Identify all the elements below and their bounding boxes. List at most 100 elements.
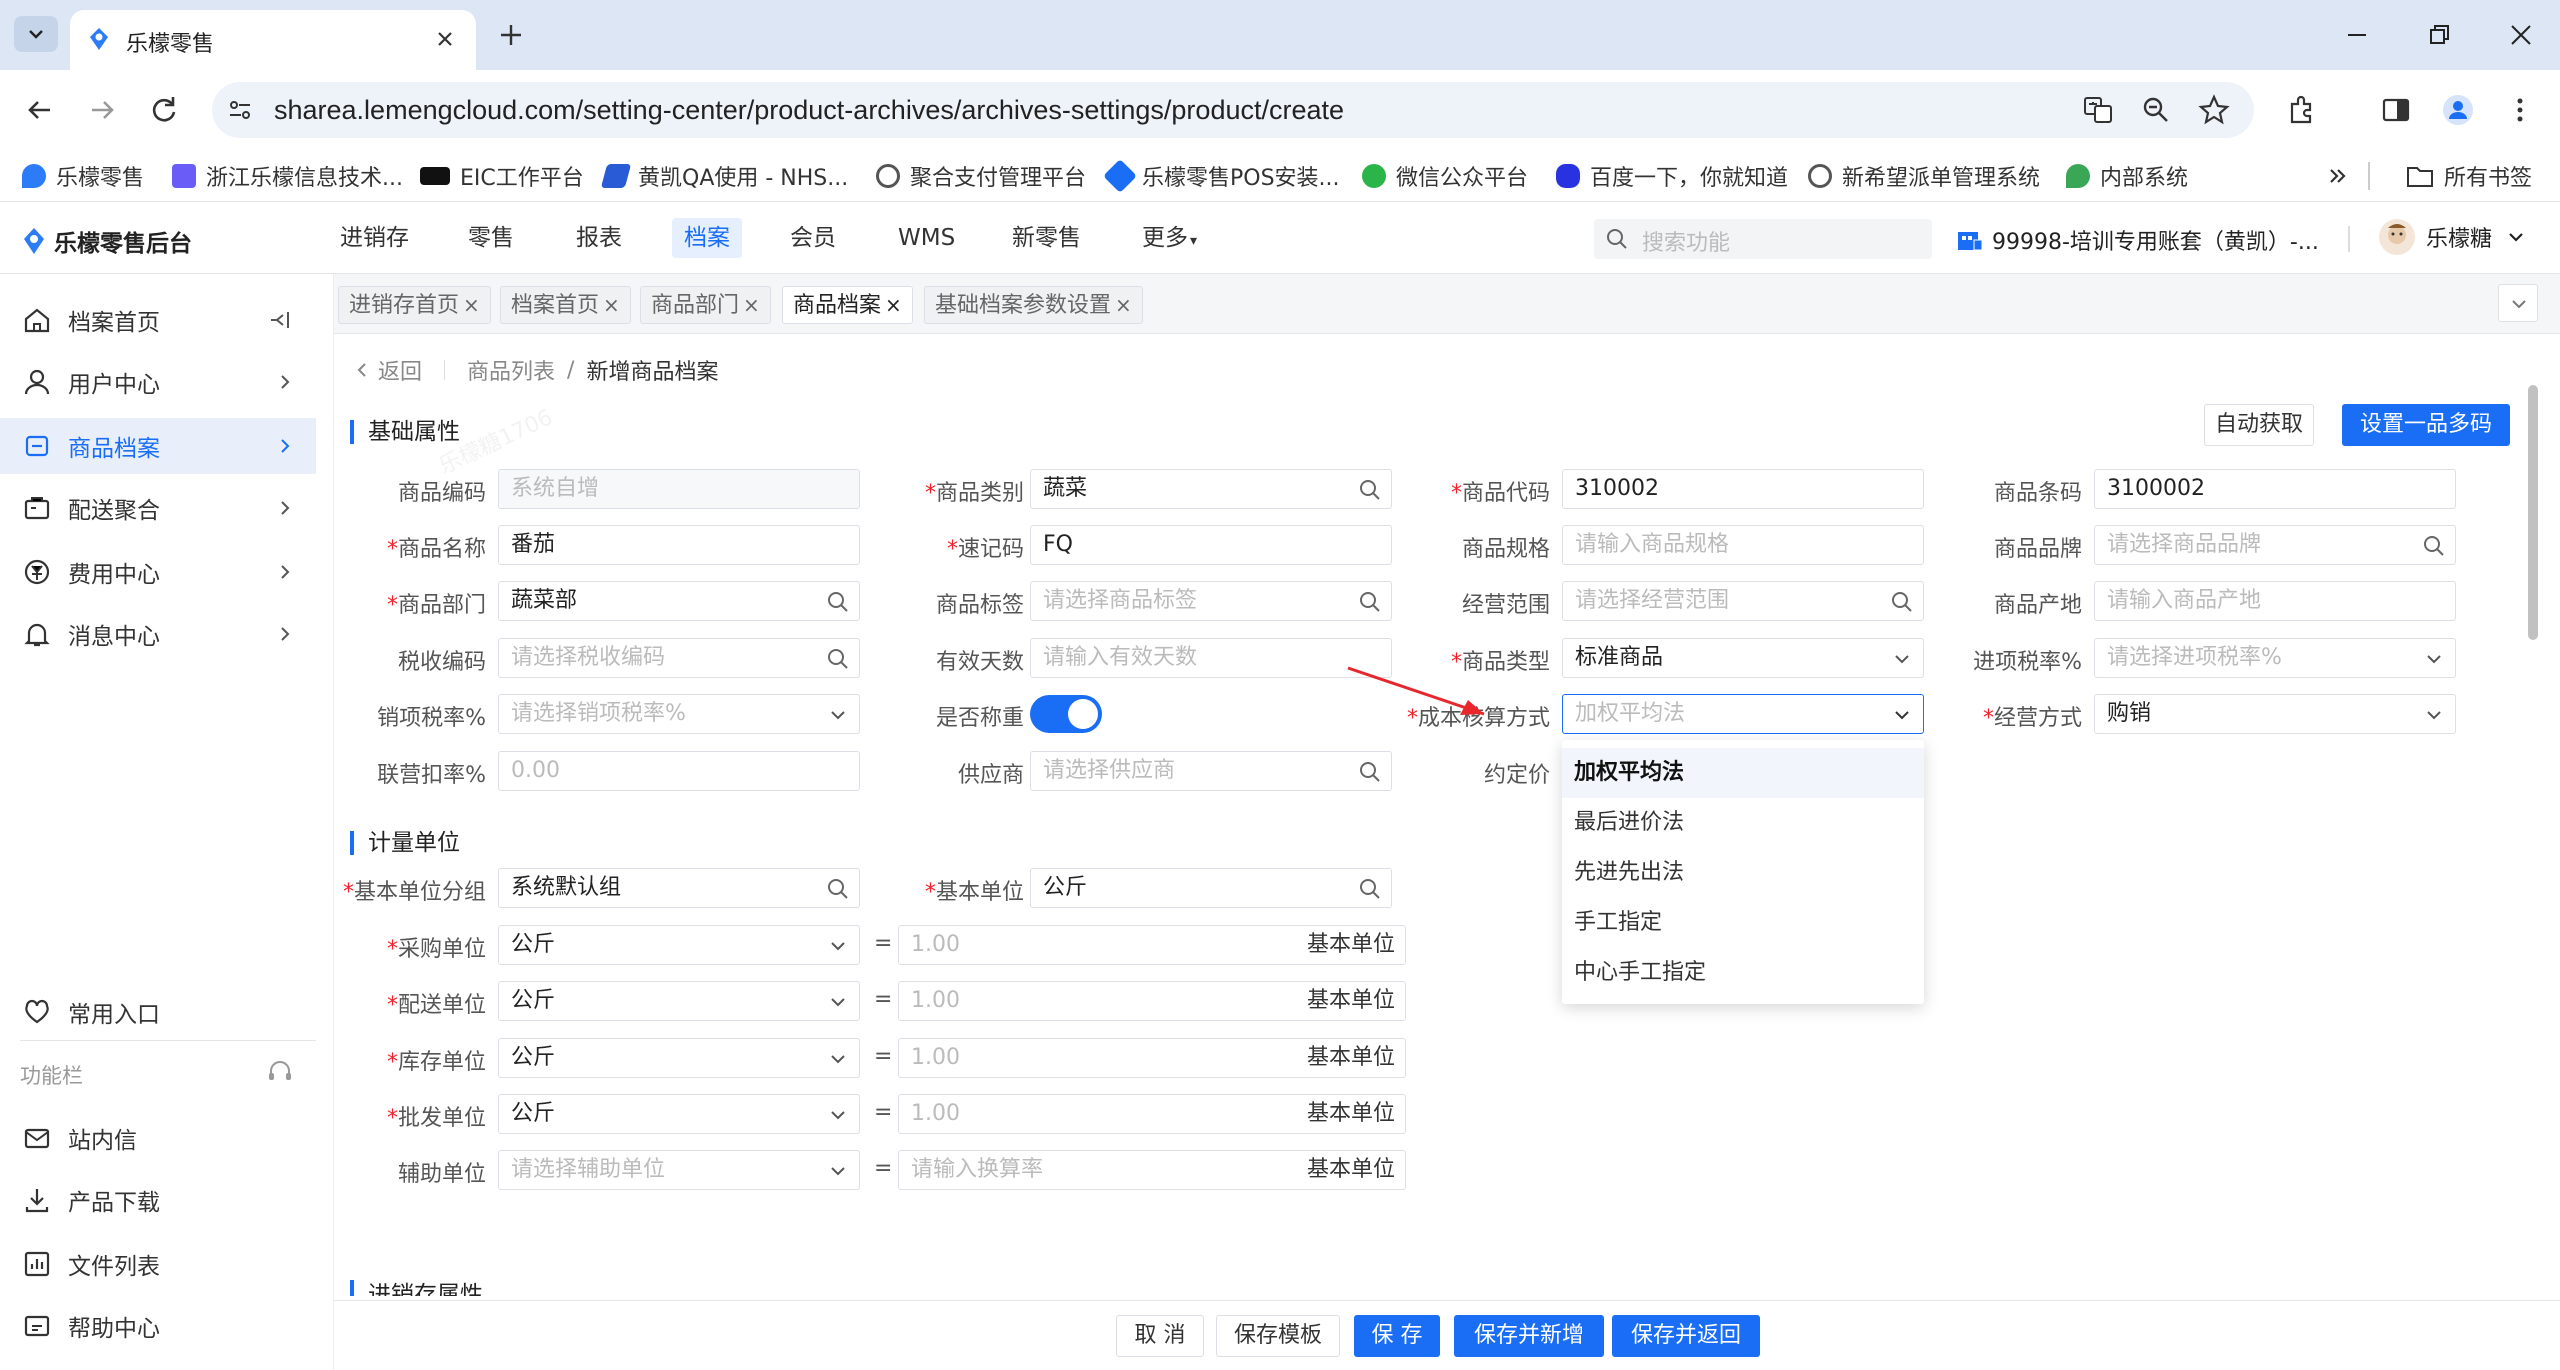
scope-field[interactable]: 请选择经营范围 <box>1562 581 1924 621</box>
reload-icon[interactable] <box>146 92 182 128</box>
input-tax-select[interactable]: 请选择进项税率% <box>2094 638 2456 678</box>
tax-code-field[interactable]: 请选择税收编码 <box>498 638 860 678</box>
sidebar-item-fee-center[interactable]: 费用中心 <box>0 544 316 600</box>
bookmark-item[interactable]: 内部系统 <box>2066 160 2188 192</box>
unit-group-field[interactable]: 系统默认组 <box>498 868 860 908</box>
dropdown-option[interactable]: 手工指定 <box>1562 898 1924 948</box>
bookmark-item[interactable]: 新希望派单管理系统 <box>1808 160 2040 192</box>
category-field[interactable]: 蔬菜 <box>1030 469 1392 509</box>
purchase-ratio-field[interactable]: 1.00 基本单位 <box>898 925 1406 965</box>
close-icon[interactable]: × <box>743 293 760 317</box>
search-icon[interactable] <box>2423 535 2445 557</box>
tag-field[interactable]: 请选择商品标签 <box>1030 581 1392 621</box>
side-panel-icon[interactable] <box>2378 92 2414 128</box>
spec-field[interactable]: 请输入商品规格 <box>1562 525 1924 565</box>
sidebar-item-delivery[interactable]: 配送聚合 <box>0 480 316 536</box>
dropdown-option[interactable]: 先进先出法 <box>1562 848 1924 898</box>
auto-fetch-button[interactable]: 自动获取 <box>2204 404 2314 446</box>
bookmark-item[interactable]: 黄凯QA使用 - NHS... <box>600 160 848 192</box>
delivery-ratio-field[interactable]: 1.00 基本单位 <box>898 981 1406 1021</box>
origin-field[interactable]: 请输入商品产地 <box>2094 581 2456 621</box>
bookmark-item[interactable]: 聚合支付管理平台 <box>876 160 1086 192</box>
zoom-icon[interactable] <box>2138 92 2174 128</box>
account-switcher[interactable]: 99998-培训专用账套（黄凯）-... <box>1956 224 2319 256</box>
sidebar-item-help[interactable]: 帮助中心 <box>0 1298 316 1354</box>
search-icon[interactable] <box>827 648 849 670</box>
dropdown-option[interactable]: 最后进价法 <box>1562 798 1924 848</box>
search-icon[interactable] <box>1359 591 1381 613</box>
search-icon[interactable] <box>1891 591 1913 613</box>
dept-field[interactable]: 蔬菜部 <box>498 581 860 621</box>
stock-ratio-field[interactable]: 1.00 基本单位 <box>898 1038 1406 1078</box>
save-template-button[interactable]: 保存模板 <box>1216 1315 1340 1357</box>
headset-icon[interactable] <box>266 1058 294 1086</box>
user-menu[interactable]: 乐檬糖 <box>2378 218 2526 256</box>
restore-icon[interactable] <box>2424 20 2454 50</box>
page-tab[interactable]: 进销存首页 × <box>338 286 491 324</box>
delivery-unit-select[interactable]: 公斤 <box>498 981 860 1021</box>
dropdown-option-selected[interactable]: 加权平均法 <box>1562 748 1924 798</box>
dropdown-option[interactable]: 中心手工指定 <box>1562 948 1924 998</box>
search-icon[interactable] <box>827 591 849 613</box>
quick-code-field[interactable]: FQ <box>1030 525 1392 565</box>
page-tab[interactable]: 档案首页 × <box>500 286 631 324</box>
brand-field[interactable]: 请选择商品品牌 <box>2094 525 2456 565</box>
nav-retail[interactable]: 零售 <box>456 218 526 258</box>
sidebar-item-file-list[interactable]: 文件列表 <box>0 1236 316 1292</box>
minimize-icon[interactable] <box>2342 20 2372 50</box>
more-bookmarks-icon[interactable] <box>2326 164 2350 188</box>
breadcrumb-parent[interactable]: 商品列表 <box>467 354 555 386</box>
close-window-icon[interactable] <box>2506 20 2536 50</box>
output-tax-select[interactable]: 请选择销项税率% <box>498 694 860 734</box>
bookmark-item[interactable]: EIC工作平台 <box>420 160 584 192</box>
multi-code-button[interactable]: 设置一品多码 <box>2342 404 2510 446</box>
close-icon[interactable]: × <box>885 293 902 317</box>
page-tab[interactable]: 基础档案参数设置 × <box>924 286 1143 324</box>
sidebar-item-download[interactable]: 产品下载 <box>0 1172 316 1228</box>
search-icon[interactable] <box>1359 479 1381 501</box>
translate-icon[interactable] <box>2080 92 2116 128</box>
forward-icon[interactable] <box>84 92 120 128</box>
star-icon[interactable] <box>2196 92 2232 128</box>
tab-menu-button[interactable] <box>2498 284 2538 322</box>
bookmark-item[interactable]: 百度一下，你就知道 <box>1556 160 1788 192</box>
stock-unit-select[interactable]: 公斤 <box>498 1038 860 1078</box>
item-code-field[interactable]: 310002 <box>1562 469 1924 509</box>
function-search-input[interactable]: 搜索功能 <box>1594 219 1932 259</box>
purchase-unit-select[interactable]: 公斤 <box>498 925 860 965</box>
back-icon[interactable] <box>22 92 58 128</box>
new-tab-icon[interactable] <box>496 20 526 50</box>
nav-wms[interactable]: WMS <box>886 218 967 258</box>
all-bookmarks[interactable]: 所有书签 <box>2406 160 2532 192</box>
bookmark-item[interactable]: 微信公众平台 <box>1362 160 1528 192</box>
browser-tab[interactable]: 乐檬零售 <box>70 10 476 70</box>
bookmark-item[interactable]: 乐檬零售 <box>22 160 144 192</box>
extensions-icon[interactable] <box>2284 92 2320 128</box>
search-icon[interactable] <box>827 878 849 900</box>
sidebar-common-entry[interactable]: 常用入口 <box>0 984 316 1040</box>
sidebar-item-archive-home[interactable]: 档案首页 <box>0 292 316 348</box>
app-logo[interactable]: 乐檬零售后台 <box>20 224 192 258</box>
search-icon[interactable] <box>1359 878 1381 900</box>
page-tab-active[interactable]: 商品档案 × <box>782 286 913 324</box>
sidebar-item-message-center[interactable]: 消息中心 <box>0 606 316 662</box>
vertical-scrollbar[interactable] <box>2528 385 2538 640</box>
barcode-field[interactable]: 3100002 <box>2094 469 2456 509</box>
aux-unit-select[interactable]: 请选择辅助单位 <box>498 1150 860 1190</box>
nav-inventory[interactable]: 进销存 <box>328 218 421 258</box>
site-info-icon[interactable] <box>226 96 254 124</box>
save-and-new-button[interactable]: 保存并新增 <box>1454 1315 1604 1357</box>
address-bar[interactable]: sharea.lemengcloud.com/setting-center/pr… <box>212 82 2254 138</box>
cancel-button[interactable]: 取 消 <box>1116 1315 1204 1357</box>
wholesale-unit-select[interactable]: 公斤 <box>498 1094 860 1134</box>
profile-avatar-icon[interactable] <box>2440 92 2476 128</box>
bookmark-item[interactable]: 浙江乐檬信息技术... <box>172 160 403 192</box>
back-link[interactable]: 返回 <box>354 354 422 386</box>
menu-dots-icon[interactable] <box>2502 92 2538 128</box>
sidebar-item-inbox[interactable]: 站内信 <box>0 1110 316 1166</box>
tab-list-button[interactable] <box>14 16 58 52</box>
url-text[interactable]: sharea.lemengcloud.com/setting-center/pr… <box>274 95 1344 126</box>
base-unit-field[interactable]: 公斤 <box>1030 868 1392 908</box>
sidebar-item-user-center[interactable]: 用户中心 <box>0 354 316 410</box>
bookmark-item[interactable]: 乐檬零售POS安装... <box>1103 159 1340 193</box>
